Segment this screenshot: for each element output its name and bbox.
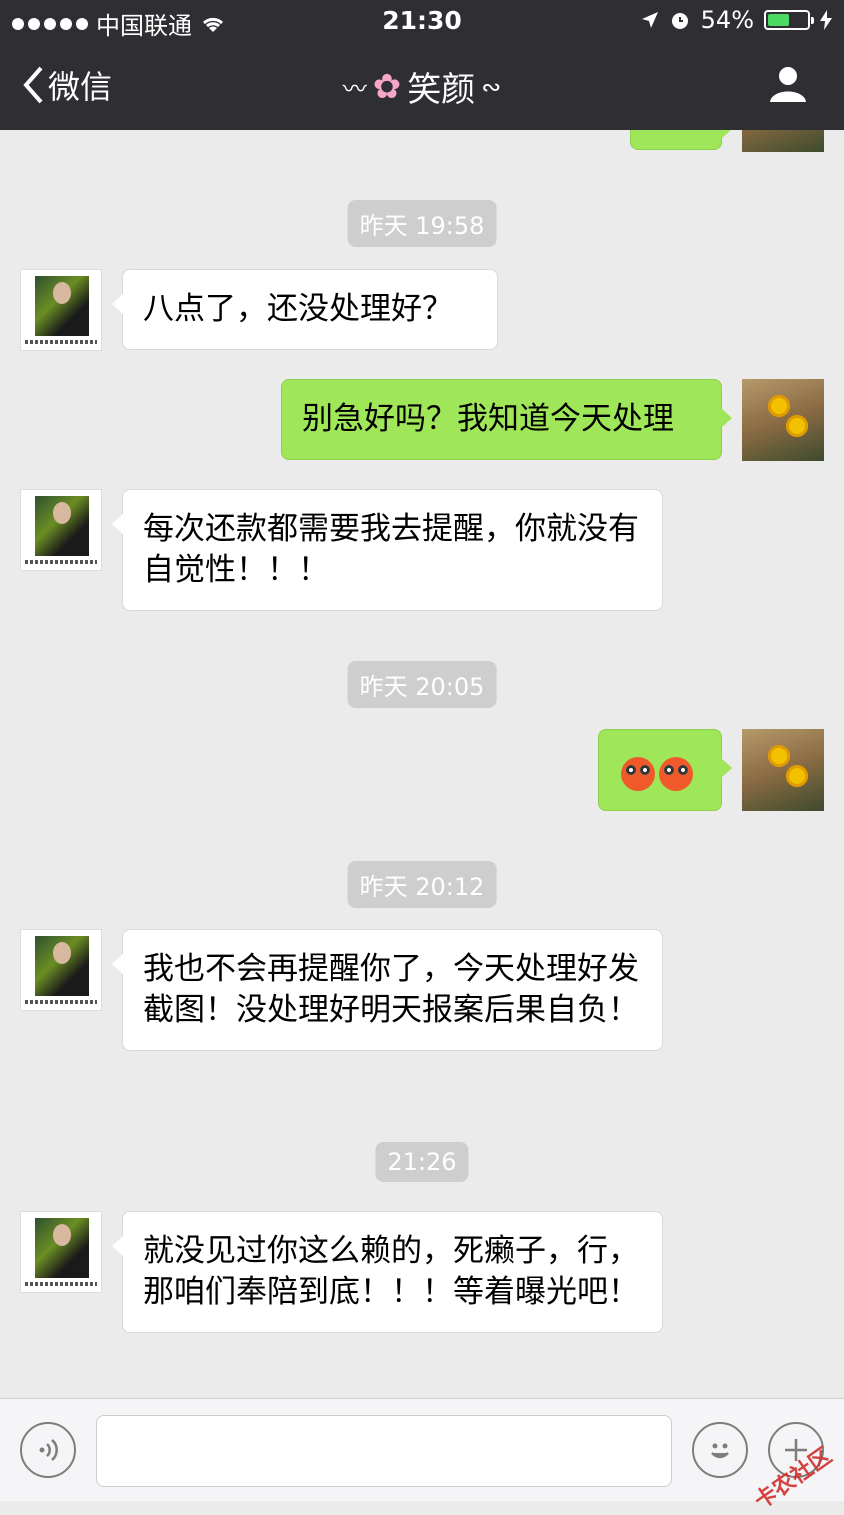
chat-title: 〰 ✿ 笑颜 ∾ <box>0 62 844 111</box>
emoji-button[interactable] <box>692 1422 748 1478</box>
chat-area[interactable]: 昨天 19:58 八点了，还没处理好？ 别急好吗？我知道今天处理 每次还款都需要… <box>0 130 844 1398</box>
flourish-left-icon: 〰 <box>342 75 367 103</box>
flourish-right-icon: ∾ <box>481 72 502 101</box>
voice-icon <box>39 1439 58 1461</box>
timestamp: 21:26 <box>375 1142 469 1182</box>
outgoing-message[interactable]: 别急好吗？我知道今天处理 <box>281 379 732 460</box>
my-avatar[interactable] <box>742 379 824 461</box>
contact-avatar[interactable] <box>20 1211 102 1293</box>
nav-bar: 微信 〰 ✿ 笑颜 ∾ <box>0 42 844 130</box>
contact-avatar[interactable] <box>20 489 102 571</box>
battery-icon <box>764 10 814 30</box>
contact-avatar[interactable] <box>20 929 102 1011</box>
message-input[interactable] <box>96 1415 672 1487</box>
timestamp: 昨天 20:05 <box>347 661 497 708</box>
flushed-face-emoji <box>621 756 655 791</box>
incoming-message[interactable]: 就没见过你这么赖的，死癞子，行，那咱们奉陪到底！！！等着曝光吧！ <box>112 1211 663 1333</box>
battery-level <box>768 14 789 26</box>
previous-outgoing-bubble[interactable] <box>630 130 732 150</box>
flushed-face-emoji <box>659 756 693 791</box>
input-bar: 卡农社区 <box>0 1398 844 1515</box>
incoming-message[interactable]: 我也不会再提醒你了，今天处理好发截图！没处理好明天报案后果自负！ <box>112 929 663 1051</box>
top-bar: 中国联通 21:30 54% 微信 〰 ✿ 笑颜 ∾ <box>0 0 844 130</box>
timestamp: 昨天 19:58 <box>347 200 497 247</box>
timestamp: 昨天 20:12 <box>347 861 497 908</box>
outgoing-emoji-message[interactable] <box>598 729 732 811</box>
status-bar: 中国联通 21:30 54% <box>0 0 844 42</box>
my-avatar[interactable] <box>742 729 824 811</box>
alarm-icon <box>671 13 688 29</box>
charging-bolt-icon <box>820 10 832 30</box>
my-avatar[interactable] <box>742 130 824 152</box>
incoming-message[interactable]: 八点了，还没处理好？ <box>112 269 498 350</box>
cherry-blossom-icon: ✿ <box>372 66 402 107</box>
smiley-icon <box>711 1443 729 1459</box>
incoming-message[interactable]: 每次还款都需要我去提醒，你就没有自觉性！！！ <box>112 489 663 611</box>
chat-title-text: 笑颜 <box>407 70 476 110</box>
contact-avatar[interactable] <box>20 269 102 351</box>
voice-button[interactable] <box>20 1422 76 1478</box>
location-arrow-icon <box>641 12 658 28</box>
person-icon <box>770 67 806 102</box>
battery-percent: 54% <box>700 6 754 34</box>
profile-button[interactable] <box>768 64 808 108</box>
